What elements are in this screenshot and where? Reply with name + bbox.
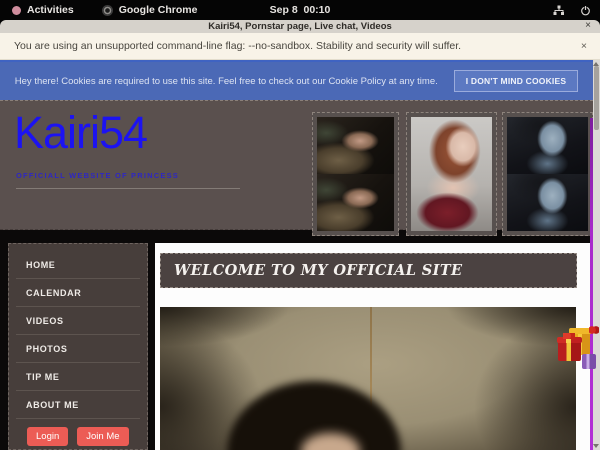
network-icon[interactable] — [553, 5, 565, 16]
activities-button[interactable]: Activities — [12, 4, 74, 16]
sidebar-item-calendar[interactable]: CALENDAR — [9, 279, 147, 306]
window-titlebar[interactable]: Kairi54, Pornstar page, Live chat, Video… — [0, 20, 600, 33]
scroll-down-arrow-icon[interactable] — [593, 444, 599, 448]
nav-divider — [16, 418, 140, 419]
sidebar-item-videos[interactable]: VIDEOS — [9, 307, 147, 334]
sidebar-item-photos[interactable]: PHOTOS — [9, 335, 147, 362]
cookie-banner-text: Hey there! Cookies are required to use t… — [15, 76, 438, 87]
red-bow-icon — [589, 326, 599, 334]
gallery-thumb-2[interactable] — [406, 112, 497, 236]
dark-portrait-photo — [507, 117, 588, 231]
header-divider — [16, 188, 240, 189]
join-me-button[interactable]: Join Me — [77, 427, 128, 446]
app-menu-label: Google Chrome — [119, 4, 198, 16]
welcome-heading: WELCOME TO MY OFFICIAL SITE — [160, 253, 577, 288]
sidebar-item-home[interactable]: HOME — [9, 251, 147, 278]
site-tagline: OFFICIALL WEBSITE OF PRINCESS — [16, 171, 179, 180]
window-close-icon[interactable]: × — [585, 20, 591, 33]
red-gift-icon — [558, 341, 581, 361]
redhead-selfie-photo — [411, 117, 492, 231]
browser-viewport: Hey there! Cookies are required to use t… — [0, 60, 600, 450]
window-title: Kairi54, Pornstar page, Live chat, Video… — [208, 21, 392, 32]
cookie-banner: Hey there! Cookies are required to use t… — [0, 60, 593, 100]
scrollbar[interactable] — [593, 60, 600, 450]
accept-cookies-button[interactable]: I DON'T MIND COOKIES — [454, 70, 578, 92]
sidebar-item-about-me[interactable]: ABOUT ME — [9, 391, 147, 418]
site-page: Kairi54 OFFICIALL WEBSITE OF PRINCESS — [0, 100, 593, 450]
activities-label: Activities — [27, 4, 74, 16]
login-button[interactable]: Login — [27, 427, 68, 446]
sidebar-nav: HOME CALENDAR VIDEOS PHOTOS TIP ME ABOUT… — [8, 243, 148, 450]
flag-warning-bar: You are using an unsupported command-lin… — [0, 33, 600, 60]
gallery-thumb-1[interactable] — [312, 112, 399, 236]
site-logo[interactable]: Kairi54 — [14, 109, 147, 157]
gnome-topbar: Activities Google Chrome Sep 8 00:10 — [0, 0, 600, 20]
activities-icon — [12, 6, 21, 15]
site-header: Kairi54 OFFICIALL WEBSITE OF PRINCESS — [0, 100, 593, 230]
gift-widget[interactable] — [558, 326, 600, 372]
flag-warning-text: You are using an unsupported command-lin… — [14, 40, 461, 52]
warning-close-icon[interactable]: × — [581, 40, 587, 52]
app-menu-button[interactable]: Google Chrome — [102, 4, 198, 16]
power-icon[interactable] — [580, 5, 591, 16]
desktop-screen: Activities Google Chrome Sep 8 00:10 — [0, 0, 600, 450]
sidebar-item-tip-me[interactable]: TIP ME — [9, 363, 147, 390]
gallery-thumb-3[interactable] — [502, 112, 593, 236]
chrome-icon — [102, 5, 113, 16]
main-panel: WELCOME TO MY OFFICIAL SITE — [155, 243, 590, 450]
scrollbar-thumb[interactable] — [594, 66, 599, 130]
main-photo — [160, 307, 576, 450]
purple-gift-icon — [582, 354, 596, 369]
bedroom-photo — [317, 117, 394, 231]
